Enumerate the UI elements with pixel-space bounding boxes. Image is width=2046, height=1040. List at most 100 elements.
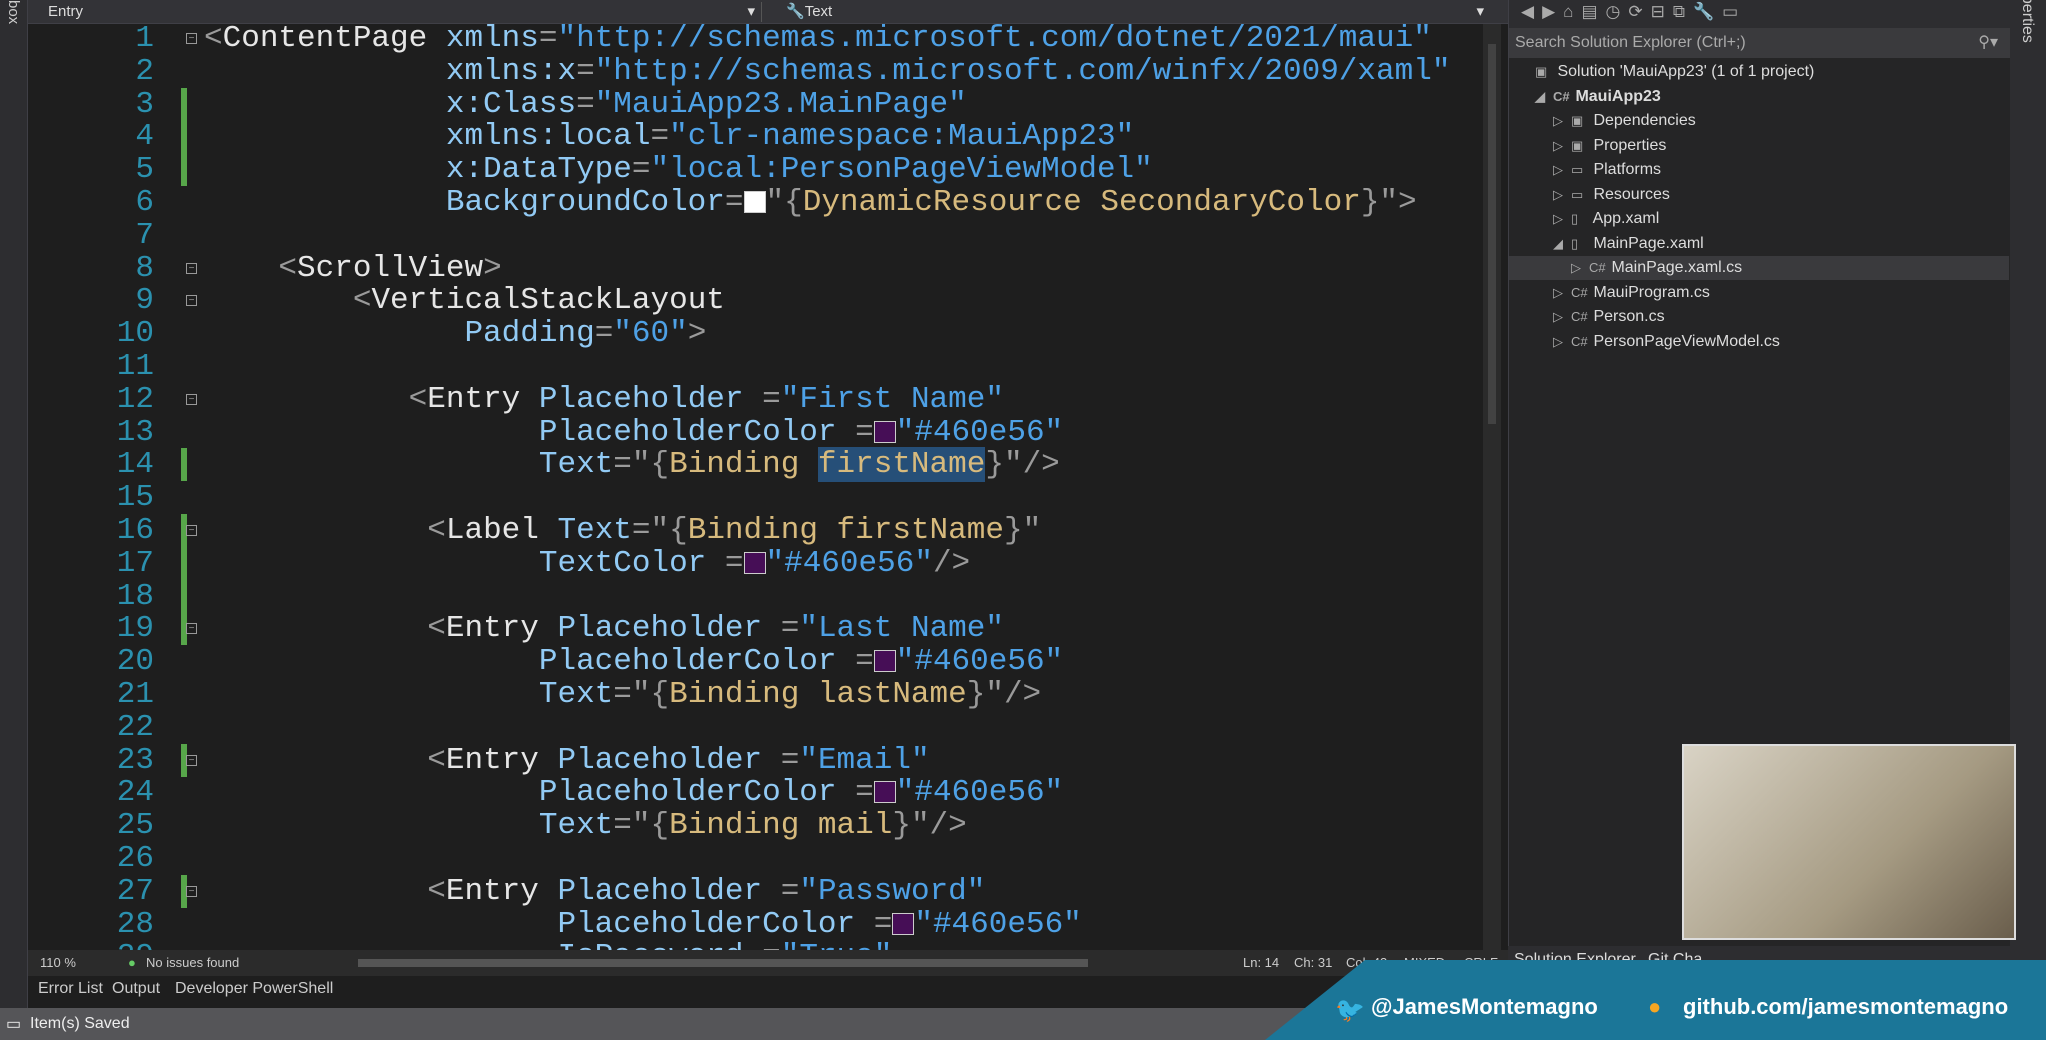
expand-arrow-icon[interactable]: ◢ [1535,85,1553,109]
expand-arrow-icon[interactable]: ▷ [1553,305,1571,329]
color-swatch [743,191,766,213]
tree-item[interactable]: ▷ ▭ Platforms [1509,158,2009,182]
line-number: 10 [116,316,154,352]
code-token: > [483,250,502,286]
color-swatch [873,420,896,443]
properties-wrench-icon[interactable]: 🔧 [1693,2,1722,21]
tree-item[interactable]: ◢ C# MauiApp23 [1509,85,2009,109]
notification-icon[interactable]: ▭ [6,1014,21,1034]
forward-icon[interactable]: ▶ [1542,2,1563,21]
expand-arrow-icon[interactable]: ▷ [1553,207,1571,231]
folder-icon: ▭ [1571,162,1584,177]
code-token: Text [538,677,614,712]
expand-arrow-icon[interactable]: ▷ [1571,256,1589,280]
line-number: 5 [135,152,154,188]
code-token: ContentPage [222,24,446,56]
char-number: Ch: 31 [1294,955,1333,970]
tree-item-label: Platforms [1593,161,1662,178]
webcam-overlay [1682,744,2016,940]
element-dropdown[interactable]: Entry ▾ [32,2,762,22]
vertical-scrollbar[interactable] [1483,24,1501,960]
expand-arrow-icon[interactable]: ▷ [1553,158,1571,182]
tab-developer-powershell[interactable]: Developer PowerShell [175,980,333,998]
sync-icon[interactable]: ⟳ [1628,2,1650,21]
preview-icon[interactable]: ▭ [1722,2,1746,21]
github-icon: ● [1648,994,1662,1019]
code-line: Text="{Binding mail}"/> [204,809,967,842]
status-text: Item(s) Saved [30,1015,130,1032]
solution-search-input[interactable]: Search Solution Explorer (Ctrl+;) ⚲▾ [1509,28,2010,58]
expand-arrow-icon[interactable]: ▷ [1553,109,1571,133]
collapse-all-icon[interactable]: ⊟ [1651,2,1673,21]
tree-item[interactable]: ▷ C# Person.cs [1509,305,2009,329]
toolbox-strip[interactable]: box [0,0,28,1008]
member-dropdown[interactable]: 🔧Text ▾ [770,2,1490,22]
code-token: = [538,24,558,56]
tree-item[interactable]: ▷ ▣ Properties [1509,134,2009,158]
tree-item[interactable]: ▷ ▯ App.xaml [1509,207,2009,231]
code-token: ="{ [631,513,688,548]
tree-item[interactable]: ▷ C# PersonPageViewModel.cs [1509,330,2009,354]
issues-status[interactable]: No issues found [146,955,239,970]
code-token: Placeholder [557,742,781,778]
fold-toggle-icon[interactable]: − [186,393,197,405]
switch-views-icon[interactable]: ▤ [1581,2,1605,21]
code-line: <ScrollView> [204,250,502,286]
line-number: 27 [116,873,154,909]
tree-item[interactable]: ▷ ▭ Resources [1509,183,2009,207]
fold-toggle-icon[interactable]: − [186,754,197,766]
csharp-file-icon: C# [1589,260,1606,275]
tab-error-list[interactable]: Error List [38,980,103,998]
code-token: }"> [1360,185,1417,220]
code-token: "Last Name" [799,611,1004,647]
line-number: 7 [135,217,154,253]
expand-arrow-icon[interactable]: ▷ [1553,183,1571,207]
horizontal-scrollbar[interactable] [358,959,1088,967]
expand-arrow-icon[interactable]: ▷ [1553,330,1571,354]
expand-arrow-icon[interactable]: ▷ [1553,281,1571,305]
line-number: 18 [116,578,154,614]
back-icon[interactable]: ◀ [1521,2,1542,21]
code-token: < [427,742,446,778]
expand-arrow-icon[interactable]: ▷ [1553,134,1571,158]
code-token: < [204,24,223,56]
code-token: }" [1003,513,1042,548]
code-token: = [594,316,614,352]
code-token: xmlns [445,24,539,56]
code-token: = [724,185,744,220]
code-line: PlaceholderColor = "#460e56" [204,416,1063,449]
code-token: = [631,152,651,188]
tree-item[interactable]: ▣ Solution 'MauiApp23' (1 of 1 project) [1509,60,2009,84]
code-editor[interactable]: 1− <ContentPage xmlns="http://schemas.mic… [28,24,1483,960]
code-token: Text [538,447,614,483]
fold-toggle-icon[interactable]: − [186,623,197,635]
code-token: ="{ [613,677,670,712]
zoom-level[interactable]: 110 % [40,955,76,970]
code-line: PlaceholderColor = "#460e56" [204,776,1063,809]
social-banner: 🐦 @JamesMontemagno ● github.com/jamesmon… [1265,960,2046,1040]
fold-toggle-icon[interactable]: − [186,525,197,536]
code-token: "First Name" [780,381,1004,417]
fold-toggle-icon[interactable]: − [186,33,197,44]
tree-item-label: Dependencies [1593,112,1696,129]
fold-toggle-icon[interactable]: − [186,295,197,307]
tab-output[interactable]: Output [112,980,160,998]
expand-arrow-icon[interactable]: ◢ [1553,232,1571,256]
fold-toggle-icon[interactable]: − [186,885,197,897]
tree-item[interactable]: ▷ C# MainPage.xaml.cs [1509,256,2009,280]
tree-item[interactable]: ◢ ▯ MainPage.xaml [1509,232,2009,256]
pending-changes-icon[interactable]: ◷ [1606,2,1629,21]
fold-toggle-icon[interactable]: − [186,262,197,274]
tree-item[interactable]: ▷ ▣ Dependencies [1509,109,2009,133]
change-marker [181,546,187,580]
tree-item[interactable]: ▷ C# MauiProgram.cs [1509,281,2009,305]
home-icon[interactable]: ⌂ [1563,2,1581,21]
show-all-files-icon[interactable]: ⧉ [1673,2,1693,21]
